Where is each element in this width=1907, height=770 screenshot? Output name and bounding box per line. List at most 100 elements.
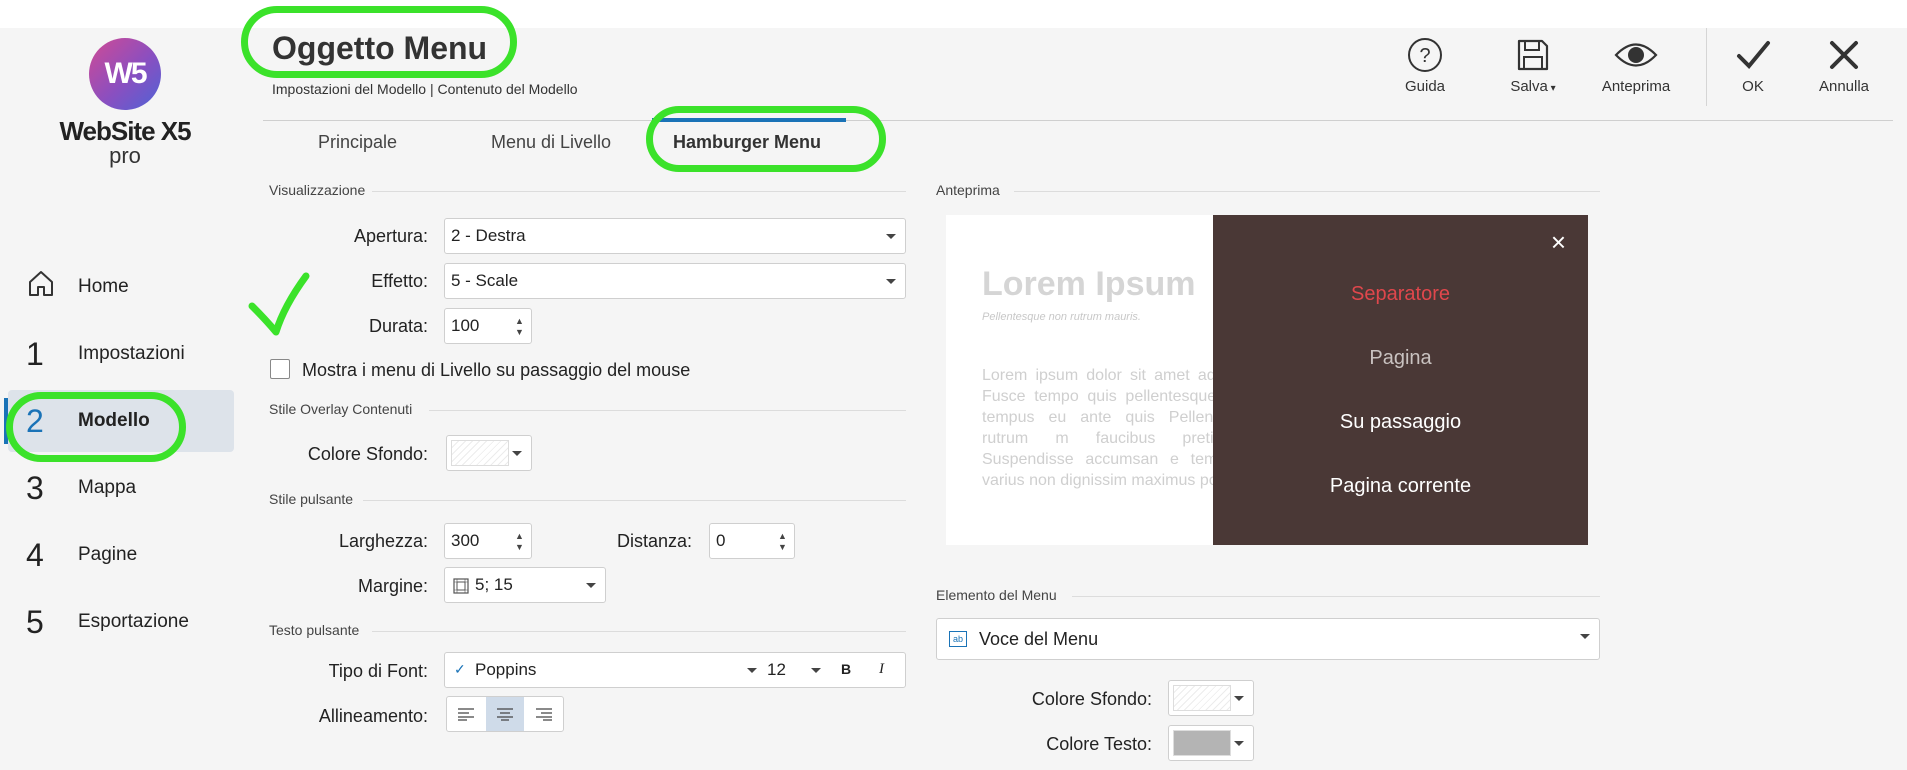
website-x5-editor: W5 WebSite X5 pro Home 1 Impostazioni 2 … — [0, 0, 1907, 770]
help-button[interactable]: ? Guida — [1398, 32, 1452, 102]
sidebar-item-label: Mappa — [78, 477, 137, 498]
elemento-sfondo-color-picker[interactable] — [1168, 680, 1254, 716]
sidebar-item-label: Esportazione — [78, 611, 189, 632]
align-left-button[interactable] — [447, 697, 486, 731]
ok-button[interactable]: OK — [1730, 32, 1776, 102]
sidebar-item-home[interactable]: Home — [8, 256, 234, 318]
stepper-down-icon[interactable]: ▼ — [515, 543, 525, 552]
elemento-testo-color-picker[interactable] — [1168, 725, 1254, 761]
help-button-label: Guida — [1404, 78, 1446, 95]
section-visualizzazione: Visualizzazione — [269, 182, 366, 198]
stepper-up-icon[interactable]: ▲ — [515, 532, 525, 541]
cancel-button[interactable]: Annulla — [1814, 32, 1874, 102]
save-button-label: Salva — [1510, 78, 1548, 95]
annotation-circle-tab — [646, 106, 886, 172]
elemento-menu-select[interactable]: ab Voce del Menu — [936, 618, 1600, 660]
text-item-icon: ab — [949, 631, 967, 647]
font-label: Tipo di Font: — [328, 661, 428, 681]
section-divider — [372, 191, 906, 192]
step-number: 4 — [26, 536, 44, 573]
mostra-livello-checkbox[interactable] — [270, 359, 290, 379]
section-testo-pulsante: Testo pulsante — [269, 622, 360, 638]
app-logo: W5 WebSite X5 pro — [50, 38, 200, 168]
section-divider — [1014, 191, 1600, 192]
hamburger-menu-panel: × Separatore Pagina Su passaggio Pagina … — [1213, 215, 1588, 545]
larghezza-label: Larghezza: — [338, 531, 428, 551]
effetto-select[interactable]: 5 - Scale — [444, 263, 906, 299]
margine-select[interactable]: 5; 15 — [444, 567, 606, 603]
section-divider — [372, 631, 906, 632]
effetto-label: Effetto: — [371, 271, 428, 291]
font-size-dropdown-icon[interactable] — [811, 668, 821, 673]
ok-button-label: OK — [1742, 78, 1764, 95]
sidebar-item-esportazione[interactable]: 5 Esportazione — [8, 591, 234, 653]
align-center-icon — [497, 708, 513, 721]
check-icon — [1737, 41, 1770, 69]
alignment-group — [446, 696, 564, 732]
align-right-icon — [535, 708, 552, 721]
close-icon: × — [1550, 227, 1566, 257]
allineamento-label: Allineamento: — [318, 706, 428, 726]
align-center-button[interactable] — [485, 697, 525, 731]
mostra-livello-label: Mostra i menu di Livello su passaggio de… — [302, 360, 691, 380]
align-right-button[interactable] — [524, 697, 563, 731]
elemento-sfondo-label: Colore Sfondo: — [1031, 689, 1152, 709]
stepper-up-icon[interactable]: ▲ — [778, 532, 788, 541]
tab-menu-di-livello[interactable]: Menu di Livello — [491, 132, 611, 160]
font-size-value[interactable]: 12 — [767, 660, 786, 680]
font-check-icon: ✓ — [454, 661, 466, 677]
breadcrumb: Impostazioni del Modello | Contenuto del… — [272, 81, 578, 97]
preview-subheading: Pellentesque non rutrum mauris. — [982, 311, 1141, 323]
font-dropdown-icon[interactable] — [747, 668, 757, 673]
font-name-value: Poppins — [475, 660, 537, 679]
apertura-label: Apertura: — [353, 226, 428, 246]
step-number: 5 — [26, 603, 44, 640]
apertura-value: 2 - Destra — [451, 226, 526, 245]
step-number: 3 — [26, 469, 44, 506]
section-overlay: Stile Overlay Contenuti — [269, 401, 413, 417]
section-stile-pulsante: Stile pulsante — [269, 491, 354, 507]
sidebar-item-mappa[interactable]: 3 Mappa — [8, 457, 234, 519]
annotation-circle-title — [241, 6, 517, 78]
svg-text:?: ? — [1419, 45, 1430, 67]
preview-heading: Lorem Ipsum — [982, 265, 1196, 303]
header-divider — [263, 120, 1893, 121]
logo-edition: pro — [109, 143, 141, 168]
home-icon — [26, 268, 78, 306]
distanza-stepper[interactable]: 0 ▲ ▼ — [709, 523, 795, 559]
color-swatch — [1173, 730, 1231, 756]
eye-icon — [1614, 43, 1658, 67]
elemento-menu-value: Voce del Menu — [979, 629, 1099, 649]
close-icon — [1830, 41, 1858, 69]
save-button[interactable]: Salva ▾ — [1500, 32, 1566, 102]
sidebar-item-pagine[interactable]: 4 Pagine — [8, 524, 234, 586]
apertura-select[interactable]: 2 - Destra — [444, 218, 906, 254]
section-divider — [363, 500, 906, 501]
durata-stepper[interactable]: 100 ▲ ▼ — [444, 308, 532, 344]
durata-label: Durata: — [368, 316, 428, 336]
preview-button[interactable]: Anteprima — [1598, 32, 1674, 102]
margine-label: Margine: — [357, 576, 428, 596]
italic-button[interactable]: I — [879, 661, 884, 678]
cancel-button-label: Annulla — [1818, 78, 1870, 95]
durata-value: 100 — [451, 316, 480, 335]
larghezza-stepper[interactable]: 300 ▲ ▼ — [444, 523, 532, 559]
section-divider — [1072, 596, 1600, 597]
chevron-down-icon: ▾ — [1547, 83, 1556, 94]
sidebar-item-label: Impostazioni — [78, 343, 185, 364]
overlay-color-picker[interactable] — [446, 435, 532, 471]
annotation-arrow — [248, 272, 310, 336]
font-selector[interactable]: ✓ Poppins 12 B I — [444, 652, 906, 688]
sidebar-item-impostazioni[interactable]: 1 Impostazioni — [8, 323, 234, 385]
stepper-down-icon[interactable]: ▼ — [778, 543, 788, 552]
bold-button[interactable]: B — [841, 661, 851, 677]
margin-icon — [453, 578, 469, 594]
tab-principale[interactable]: Principale — [318, 132, 397, 160]
save-icon — [1517, 39, 1549, 71]
stepper-up-icon[interactable]: ▲ — [515, 317, 525, 326]
overlay-colore-label: Colore Sfondo: — [307, 444, 428, 464]
toolbar-divider — [1706, 28, 1707, 106]
sidebar-item-label: Home — [78, 276, 129, 297]
stepper-down-icon[interactable]: ▼ — [515, 328, 525, 337]
section-divider — [429, 410, 906, 411]
